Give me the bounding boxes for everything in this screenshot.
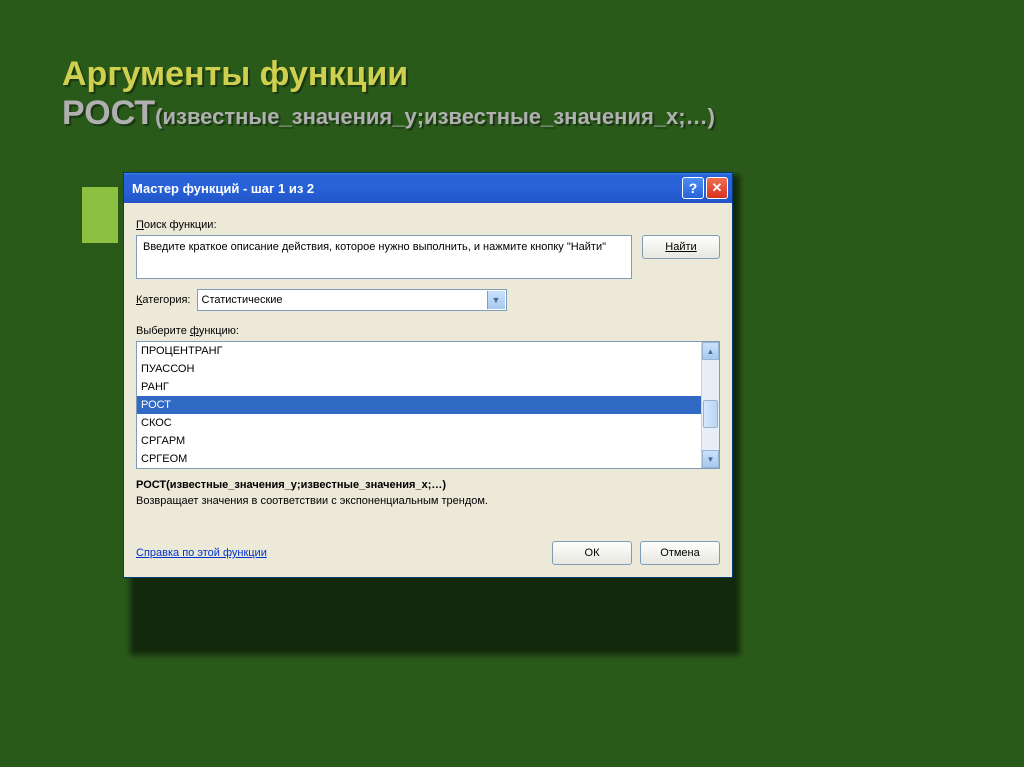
title-line1: Аргументы функции <box>62 55 962 94</box>
list-item[interactable]: РОСТ <box>137 396 701 414</box>
category-label: Категория: <box>136 294 191 306</box>
ok-button[interactable]: ОК <box>552 541 632 565</box>
list-item[interactable]: СРГАРМ <box>137 432 701 450</box>
list-item[interactable]: ПУАССОН <box>137 360 701 378</box>
cancel-button[interactable]: Отмена <box>640 541 720 565</box>
slide-decoration <box>80 185 120 245</box>
function-description: Возвращает значения в соответствии с экс… <box>136 495 720 507</box>
scrollbar[interactable]: ▲ ▼ <box>701 342 719 468</box>
function-wizard-dialog: Мастер функций - шаг 1 из 2 ? ✕ Поиск фу… <box>123 172 733 578</box>
function-signature: РОСТ(известные_значения_y;известные_знач… <box>136 479 720 491</box>
scroll-up-icon[interactable]: ▲ <box>702 342 719 360</box>
category-select[interactable]: Статистические ▼ <box>197 289 507 311</box>
title-fn: РОСТ <box>62 94 155 132</box>
search-label: Поиск функции: <box>136 219 720 231</box>
titlebar[interactable]: Мастер функций - шаг 1 из 2 ? ✕ <box>124 173 732 203</box>
dialog-title: Мастер функций - шаг 1 из 2 <box>132 181 680 196</box>
select-function-label: Выберите функцию: <box>136 325 720 337</box>
category-value: Статистические <box>202 294 283 306</box>
help-icon[interactable]: ? <box>682 177 704 199</box>
title-line2: РОСТ(известные_значения_y;известные_знач… <box>62 94 962 133</box>
close-icon[interactable]: ✕ <box>706 177 728 199</box>
scroll-down-icon[interactable]: ▼ <box>702 450 719 468</box>
list-item[interactable]: ПРОЦЕНТРАНГ <box>137 342 701 360</box>
dialog-body: Поиск функции: Введите краткое описание … <box>124 203 732 577</box>
slide-title: Аргументы функции РОСТ(известные_значени… <box>62 55 962 133</box>
list-item[interactable]: СРГЕОМ <box>137 450 701 468</box>
find-button[interactable]: Найти <box>642 235 720 259</box>
help-link[interactable]: Справка по этой функции <box>136 547 544 559</box>
scroll-thumb[interactable] <box>703 400 718 428</box>
search-input[interactable]: Введите краткое описание действия, котор… <box>136 235 632 279</box>
list-item[interactable]: РАНГ <box>137 378 701 396</box>
title-args: (известные_значения_y;известные_значения… <box>155 104 715 129</box>
list-item[interactable]: СКОС <box>137 414 701 432</box>
chevron-down-icon[interactable]: ▼ <box>487 291 505 309</box>
function-listbox[interactable]: ПРОЦЕНТРАНГПУАССОНРАНГРОСТСКОССРГАРМСРГЕ… <box>136 341 720 469</box>
scroll-track[interactable] <box>702 360 719 450</box>
